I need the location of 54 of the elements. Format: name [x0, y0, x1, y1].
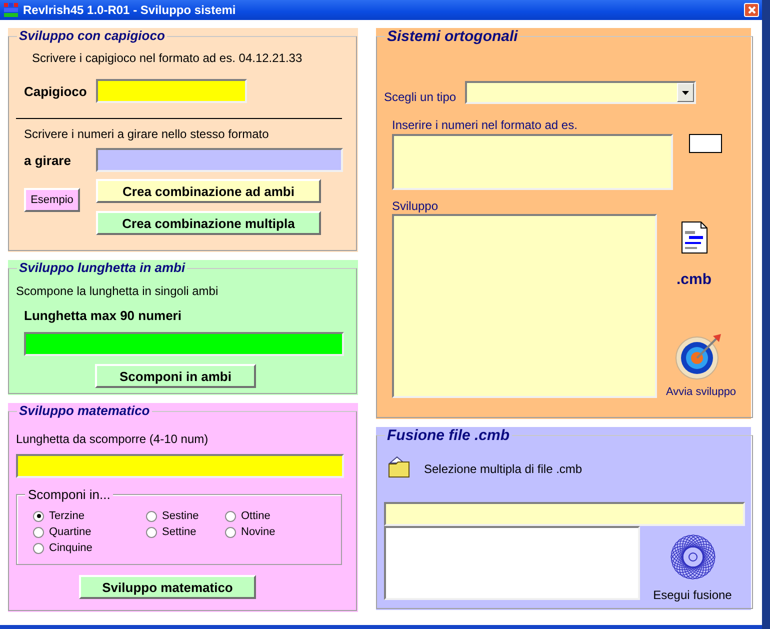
radio-option[interactable]: Quartine	[33, 524, 146, 540]
numbers-field[interactable]	[392, 134, 673, 190]
radio-option[interactable]: Cinquine	[33, 540, 146, 556]
radio-option[interactable]: Terzine	[33, 508, 146, 524]
radio-button[interactable]	[33, 526, 44, 538]
panel-title: Sviluppo matematico	[17, 403, 152, 418]
radio-button[interactable]	[33, 542, 44, 554]
radio-option[interactable]: Sestine	[146, 508, 225, 524]
panel-title: Sistemi ortogonali	[385, 28, 520, 45]
file-extension-label: .cmb	[676, 271, 712, 288]
create-button[interactable]: Crea combinazione ad ambi	[96, 179, 321, 203]
example-field[interactable]	[689, 134, 722, 153]
create-button[interactable]: Crea combinazione multipla	[96, 211, 321, 235]
panel-title: Sviluppo con capigioco	[17, 28, 167, 43]
files-field[interactable]	[384, 502, 745, 526]
example-button[interactable]: Esempio	[24, 188, 80, 212]
numbers-field[interactable]	[96, 148, 343, 172]
lunghetta-field[interactable]	[24, 332, 344, 356]
caret-icon	[682, 90, 690, 94]
output-field[interactable]	[392, 214, 657, 398]
radio-button[interactable]	[146, 526, 157, 538]
decompose-button[interactable]: Scomponi in ambi	[95, 364, 256, 388]
radio-option[interactable]: Ottine	[225, 508, 305, 524]
dropdown-button[interactable]	[677, 83, 694, 102]
instruction-text: Scrivere i numeri a girare nello stesso formato	[24, 127, 270, 141]
field-label: a girare	[24, 152, 72, 168]
field-label: Sviluppo	[392, 199, 440, 213]
capigioco-field[interactable]	[96, 79, 247, 103]
app-icon	[3, 2, 19, 18]
group-title: Scomponi in...	[25, 487, 114, 502]
field-label: Lunghetta max 90 numeri	[24, 308, 182, 323]
close-icon	[748, 6, 756, 14]
close-button[interactable]	[744, 3, 759, 17]
window-title: Revlrish45 1.0-R01 - Sviluppo sistemi	[23, 3, 237, 17]
run-label: Avvia sviluppo	[666, 386, 736, 398]
radio-button[interactable]	[146, 510, 157, 522]
field-label: Capigioco	[24, 84, 88, 98]
develop-button[interactable]: Sviluppo matematico	[79, 575, 256, 599]
field-label: Lunghetta da scomporre (4-10 num)	[16, 432, 210, 446]
type-dropdown[interactable]	[465, 81, 696, 104]
radio-option[interactable]: Settine	[146, 524, 225, 540]
radio-button[interactable]	[225, 526, 236, 538]
radio-option[interactable]: Novine	[225, 524, 305, 540]
radio-button[interactable]	[33, 510, 44, 522]
merge-label: Esegui fusione	[653, 588, 732, 602]
field-label: Scegli un tipo	[384, 90, 456, 104]
radio-button[interactable]	[225, 510, 236, 522]
files-list[interactable]	[384, 526, 640, 600]
panel-title: Sviluppo lunghetta in ambi	[17, 260, 188, 275]
description-text: Scompone la lunghetta in singoli ambi	[16, 284, 220, 298]
instruction-text: Scrivere i capigioco nel formato ad es. 04.12.21.33	[32, 51, 304, 65]
lunghetta-field[interactable]	[16, 454, 344, 478]
field-label: Inserire i numeri nel formato ad es.	[392, 118, 578, 132]
select-files-label: Selezione multipla di file .cmb	[424, 462, 582, 476]
